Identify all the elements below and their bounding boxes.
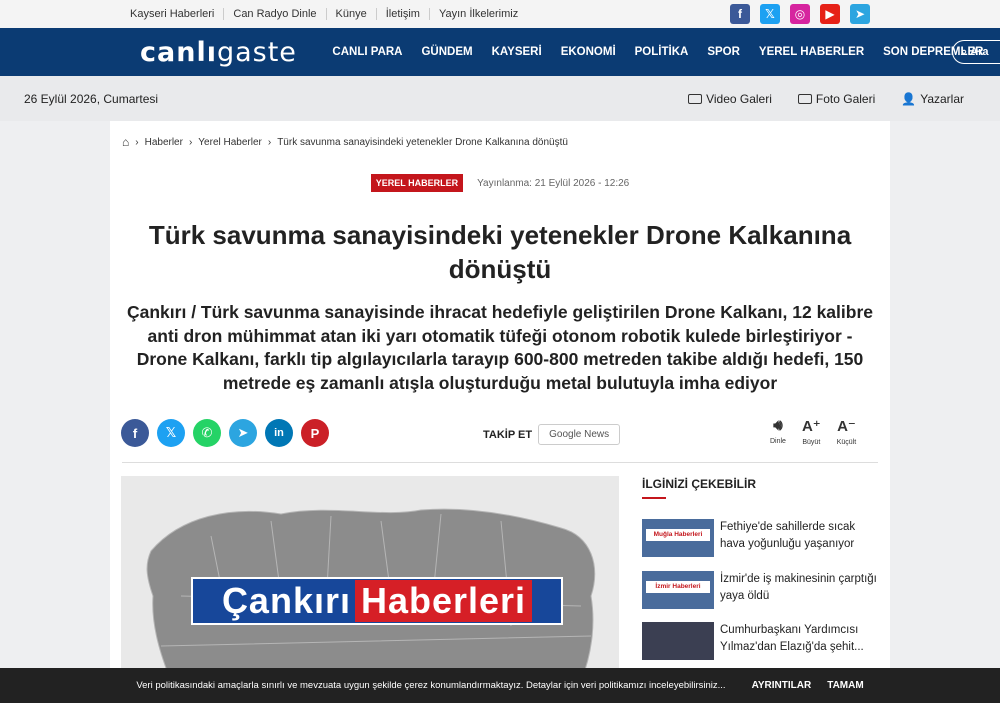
nav-item-politika[interactable]: POLİTİKA <box>625 46 698 58</box>
follow-label: TAKİP ET <box>483 428 533 441</box>
top-link-contact[interactable]: İletişim <box>377 8 430 20</box>
listen-label: Dinle <box>770 438 786 445</box>
x-icon[interactable]: 𝕏 <box>760 4 780 24</box>
nav-item-gundem[interactable]: GÜNDEM <box>412 46 482 58</box>
related-item[interactable]: Cumhurbaşkanı Yardımcısı Yılmaz'dan Elaz… <box>642 622 882 660</box>
bigger-label: Büyüt <box>802 439 821 446</box>
nav-item-kayseri[interactable]: KAYSERİ <box>482 46 551 58</box>
follow-box: TAKİP ET Google News <box>483 424 621 445</box>
breadcrumb-haberler[interactable]: Haberler <box>145 137 183 148</box>
user-icon: 👤 <box>901 91 917 106</box>
article-tools: 🔊︎ Dinle A⁺ Büyüt A⁻ Küçült <box>770 417 856 446</box>
breadcrumb-yerel[interactable]: Yerel Haberler <box>198 137 262 148</box>
current-date: 26 Eylül 2026, Cumartesi <box>24 91 159 106</box>
search-icon: ⌕ <box>961 45 968 58</box>
font-bigger-button[interactable]: A⁺ Büyüt <box>802 417 821 446</box>
font-decrease-icon: A⁻ <box>837 418 856 435</box>
share-facebook-icon[interactable]: f <box>121 419 149 447</box>
article-summary: Çankırı / Türk savunma sanayisinde ihrac… <box>127 302 873 393</box>
nav-menu: CANLI PARA GÜNDEM KAYSERİ EKONOMİ POLİTİ… <box>323 46 993 58</box>
related-underline <box>642 497 666 499</box>
publish-date: Yayınlanma: 21 Eylül 2026 - 12:26 <box>477 177 630 189</box>
cookie-banner: Veri politikasındaki amaçlarla sınırlı v… <box>0 668 1000 703</box>
nav-item-yerel[interactable]: YEREL HABERLER <box>749 46 873 58</box>
share-buttons: f 𝕏 ✆ ➤ in P <box>121 419 329 447</box>
youtube-icon[interactable]: ▶ <box>820 4 840 24</box>
nav-item-spor[interactable]: SPOR <box>698 46 750 58</box>
related-thumbnail: İzmir Haberleri <box>642 571 714 609</box>
authors-label: Yazarlar <box>920 91 964 106</box>
image-banner: Çankırı Haberleri <box>191 577 563 625</box>
share-telegram-icon[interactable]: ➤ <box>229 419 257 447</box>
related-item[interactable]: İzmir Haberleri İzmir'de iş makinesinin … <box>642 571 882 609</box>
top-link-radio[interactable]: Can Radyo Dinle <box>224 8 327 20</box>
top-link-policy[interactable]: Yayın İlkelerimiz <box>430 8 527 20</box>
photo-gallery-link[interactable]: Foto Galeri <box>797 91 876 106</box>
cookie-accept-button[interactable]: TAMAM <box>827 680 863 691</box>
article-title: Türk savunma sanayisindeki yetenekler Dr… <box>148 220 852 284</box>
video-gallery-link[interactable]: Video Galeri <box>688 92 772 106</box>
cookie-text: Veri politikasındaki amaçlarla sınırlı v… <box>136 680 726 691</box>
main-nav: canlıgaste CANLI PARA GÜNDEM KAYSERİ EKO… <box>0 28 1000 76</box>
logo-part-a: canlı <box>140 36 217 68</box>
share-whatsapp-icon[interactable]: ✆ <box>193 419 221 447</box>
thumb-label: Muğla Haberleri <box>646 529 710 541</box>
breadcrumb-sep: › <box>188 136 193 148</box>
article-container: ⌂ › Haberler › Yerel Haberler › Türk savunm… <box>110 121 890 681</box>
site-logo[interactable]: canlıgaste <box>140 37 297 68</box>
image-banner-city: Çankırı <box>221 580 351 621</box>
authors-link[interactable]: 👤 Yazarlar <box>901 92 964 106</box>
related-thumbnail: Muğla Haberleri <box>642 519 714 557</box>
top-link-kunye[interactable]: Künye <box>327 8 377 20</box>
video-icon <box>688 93 703 104</box>
nav-item-canli-para[interactable]: CANLI PARA <box>323 46 412 58</box>
thumb-label: İzmir Haberleri <box>646 581 710 593</box>
top-links: Kayseri Haberleri Can Radyo Dinle Künye … <box>130 8 527 20</box>
telegram-icon[interactable]: ➤ <box>850 4 870 24</box>
share-linkedin-icon[interactable]: in <box>265 419 293 447</box>
logo-part-b: gaste <box>216 36 297 68</box>
article-meta: YEREL HABERLER Yayınlanma: 21 Eylül 2026… <box>110 174 890 192</box>
related-item[interactable]: Muğla Haberleri Fethiye'de sahillerde sı… <box>642 519 882 557</box>
related-item-text: Cumhurbaşkanı Yardımcısı Yılmaz'dan Elaz… <box>720 624 864 653</box>
home-icon[interactable]: ⌂ <box>122 135 129 149</box>
breadcrumb-sep: › <box>135 136 139 148</box>
google-news-button[interactable]: Google News <box>538 424 621 445</box>
search-button[interactable]: ⌕ Ara <box>952 40 1000 64</box>
photo-gallery-label: Foto Galeri <box>815 91 876 106</box>
top-bar: Kayseri Haberleri Can Radyo Dinle Künye … <box>0 0 1000 28</box>
social-links: f 𝕏 ◎ ▶ ➤ <box>730 4 870 24</box>
search-label: Ara <box>970 46 989 58</box>
facebook-icon[interactable]: f <box>730 4 750 24</box>
video-gallery-label: Video Galeri <box>706 91 772 106</box>
share-pinterest-icon[interactable]: P <box>301 419 329 447</box>
smaller-label: Küçült <box>836 439 857 446</box>
image-banner-word: Haberleri <box>354 580 533 622</box>
related-item-text: Fethiye'de sahillerde sıcak hava yoğunlu… <box>720 521 856 550</box>
listen-button[interactable]: 🔊︎ Dinle <box>770 417 786 446</box>
breadcrumb-current: Türk savunma sanayisindeki yetenekler Dr… <box>277 136 568 148</box>
related-thumbnail <box>642 622 714 660</box>
breadcrumb: ⌂ › Haberler › Yerel Haberler › Türk savunm… <box>122 135 568 149</box>
font-smaller-button[interactable]: A⁻ Küçült <box>837 417 856 446</box>
category-badge[interactable]: YEREL HABERLER <box>370 174 464 192</box>
top-link-kayseri[interactable]: Kayseri Haberleri <box>130 8 225 20</box>
share-x-icon[interactable]: 𝕏 <box>157 419 185 447</box>
cookie-details-button[interactable]: AYRINTILAR <box>752 680 812 691</box>
speaker-icon: 🔊︎ <box>773 417 783 434</box>
nav-item-ekonomi[interactable]: EKONOMİ <box>551 46 625 58</box>
divider <box>122 462 878 463</box>
date-bar: 26 Eylül 2026, Cumartesi Video Galeri Fo… <box>0 76 1000 121</box>
image-icon <box>797 93 812 104</box>
related-title: İLGİNİZİ ÇEKEBİLİR <box>642 477 756 491</box>
article-image: Çankırı Haberleri <box>121 476 619 681</box>
instagram-icon[interactable]: ◎ <box>790 4 810 24</box>
breadcrumb-sep: › <box>267 136 272 148</box>
font-increase-icon: A⁺ <box>801 418 821 435</box>
related-item-text: İzmir'de iş makinesinin çarptığı yaya öl… <box>720 573 877 602</box>
